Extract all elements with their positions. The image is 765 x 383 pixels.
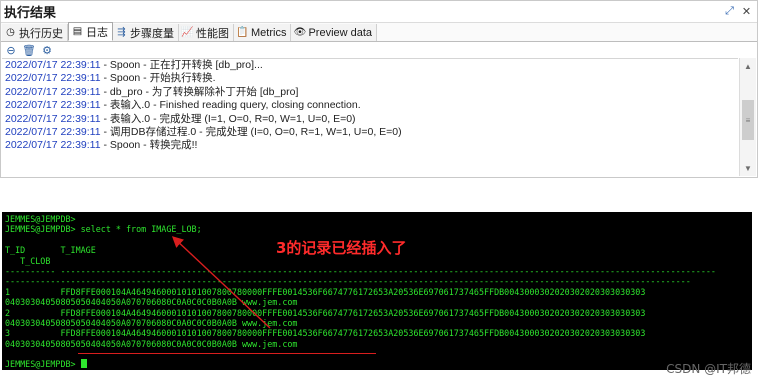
terminal-line: JEMMES@JEMPDB> select * from IMAGE_LOB; (5, 224, 202, 235)
sql-terminal[interactable]: JEMMES@JEMPDB> JEMMES@JEMPDB> select * f… (2, 212, 752, 370)
terminal-line: 3 FFD8FFE000104A464946000101010078007800… (5, 328, 646, 339)
header-icons: ⤢ ✕ (723, 5, 753, 18)
tab-label: 步骤度量 (130, 27, 174, 40)
log-line: 2022/07/17 22:39:11 - Spoon - 转换完成!! (5, 139, 198, 152)
watermark: CSDN @IT邦德 (666, 362, 751, 376)
performance-chart-icon: 📈 (181, 27, 194, 38)
tab-label: Preview data (308, 26, 373, 39)
execution-results-panel: 执行结果 ⤢ ✕ ◷ 执行历史 ▤ 日志 ⇶ 步骤度量 📈 性能图 📋 Metr… (0, 0, 758, 178)
log-line: 2022/07/17 22:39:11 - 表输入.0 - 完成处理 (I=1,… (5, 112, 356, 125)
metrics-icon: 📋 (236, 27, 249, 38)
terminal-prompt-line: JEMMES@JEMPDB> (5, 359, 749, 369)
tab-label: 执行历史 (19, 27, 63, 40)
trash-icon[interactable]: 🗑 (22, 45, 36, 57)
step-metrics-icon: ⇶ (117, 27, 126, 38)
terminal-line: 04030304050805050404050A070706080C0A0C0C… (5, 297, 298, 308)
stop-icon[interactable]: ⊖ (5, 45, 17, 57)
tab-metrics[interactable]: 📋 Metrics (234, 24, 292, 41)
red-annotation-text: 3的记录已经插入了 (276, 239, 407, 257)
log-icon: ▤ (72, 26, 83, 37)
tab-label: Metrics (251, 26, 287, 39)
terminal-line: 04030304050805050404050A070706080C0A0C0C… (5, 338, 298, 349)
scroll-thumb[interactable]: ≡ (742, 100, 754, 140)
tab-log[interactable]: ▤ 日志 (68, 22, 113, 41)
red-underline (78, 353, 376, 354)
settings-icon[interactable]: ⚙ (41, 45, 53, 57)
log-text-area[interactable]: 2022/07/17 22:39:11 - Spoon - 正在打开转换 [db… (2, 58, 738, 176)
tab-step-metrics[interactable]: ⇶ 步骤度量 (113, 24, 179, 41)
terminal-line: ---------- -----------------------------… (5, 265, 716, 276)
log-scrollbar[interactable]: ▲ ≡ ▼ (739, 58, 756, 176)
panel-title: 执行结果 (4, 5, 57, 20)
panel-header: 执行结果 ⤢ ✕ (1, 1, 757, 23)
log-toolbar: ⊖ 🗑 ⚙ (1, 42, 757, 59)
log-line: 2022/07/17 22:39:11 - 表输入.0 - Finished r… (5, 99, 361, 112)
log-line: 2022/07/17 22:39:11 - Spoon - 正在打开转换 [db… (5, 59, 263, 71)
log-line: 2022/07/17 22:39:11 - 调用DB存储过程.0 - 完成处理 … (5, 125, 402, 138)
terminal-line: ----------------------------------------… (5, 276, 691, 287)
terminal-line: 2 FFD8FFE000104A464946000101010078007800… (5, 307, 646, 318)
tab-history[interactable]: ◷ 执行历史 (2, 24, 68, 41)
terminal-line: 04030304050805050404050A070706080C0A0C0C… (5, 317, 298, 328)
terminal-line: JEMMES@JEMPDB> (5, 214, 76, 224)
log-line: 2022/07/17 22:39:11 - Spoon - 开始执行转换. (5, 72, 216, 85)
tab-label: 性能图 (196, 27, 229, 40)
history-icon: ◷ (6, 27, 15, 38)
scroll-up-icon[interactable]: ▲ (740, 58, 756, 74)
scroll-down-icon[interactable]: ▼ (740, 160, 756, 176)
preview-eye-icon: 👁 (293, 27, 307, 38)
terminal-cursor (80, 359, 87, 369)
tab-performance[interactable]: 📈 性能图 (179, 24, 234, 41)
tab-label: 日志 (86, 26, 108, 39)
log-line: 2022/07/17 22:39:11 - db_pro - 为了转换解除补丁开… (5, 85, 299, 98)
terminal-line: 1 FFD8FFE000104A464946000101010078007800… (5, 286, 646, 297)
close-icon[interactable]: ✕ (740, 5, 753, 18)
maximize-icon[interactable]: ⤢ (723, 5, 736, 18)
result-tabs: ◷ 执行历史 ▤ 日志 ⇶ 步骤度量 📈 性能图 📋 Metrics 👁 Pre… (1, 22, 757, 42)
tab-preview-data[interactable]: 👁 Preview data (291, 24, 378, 41)
